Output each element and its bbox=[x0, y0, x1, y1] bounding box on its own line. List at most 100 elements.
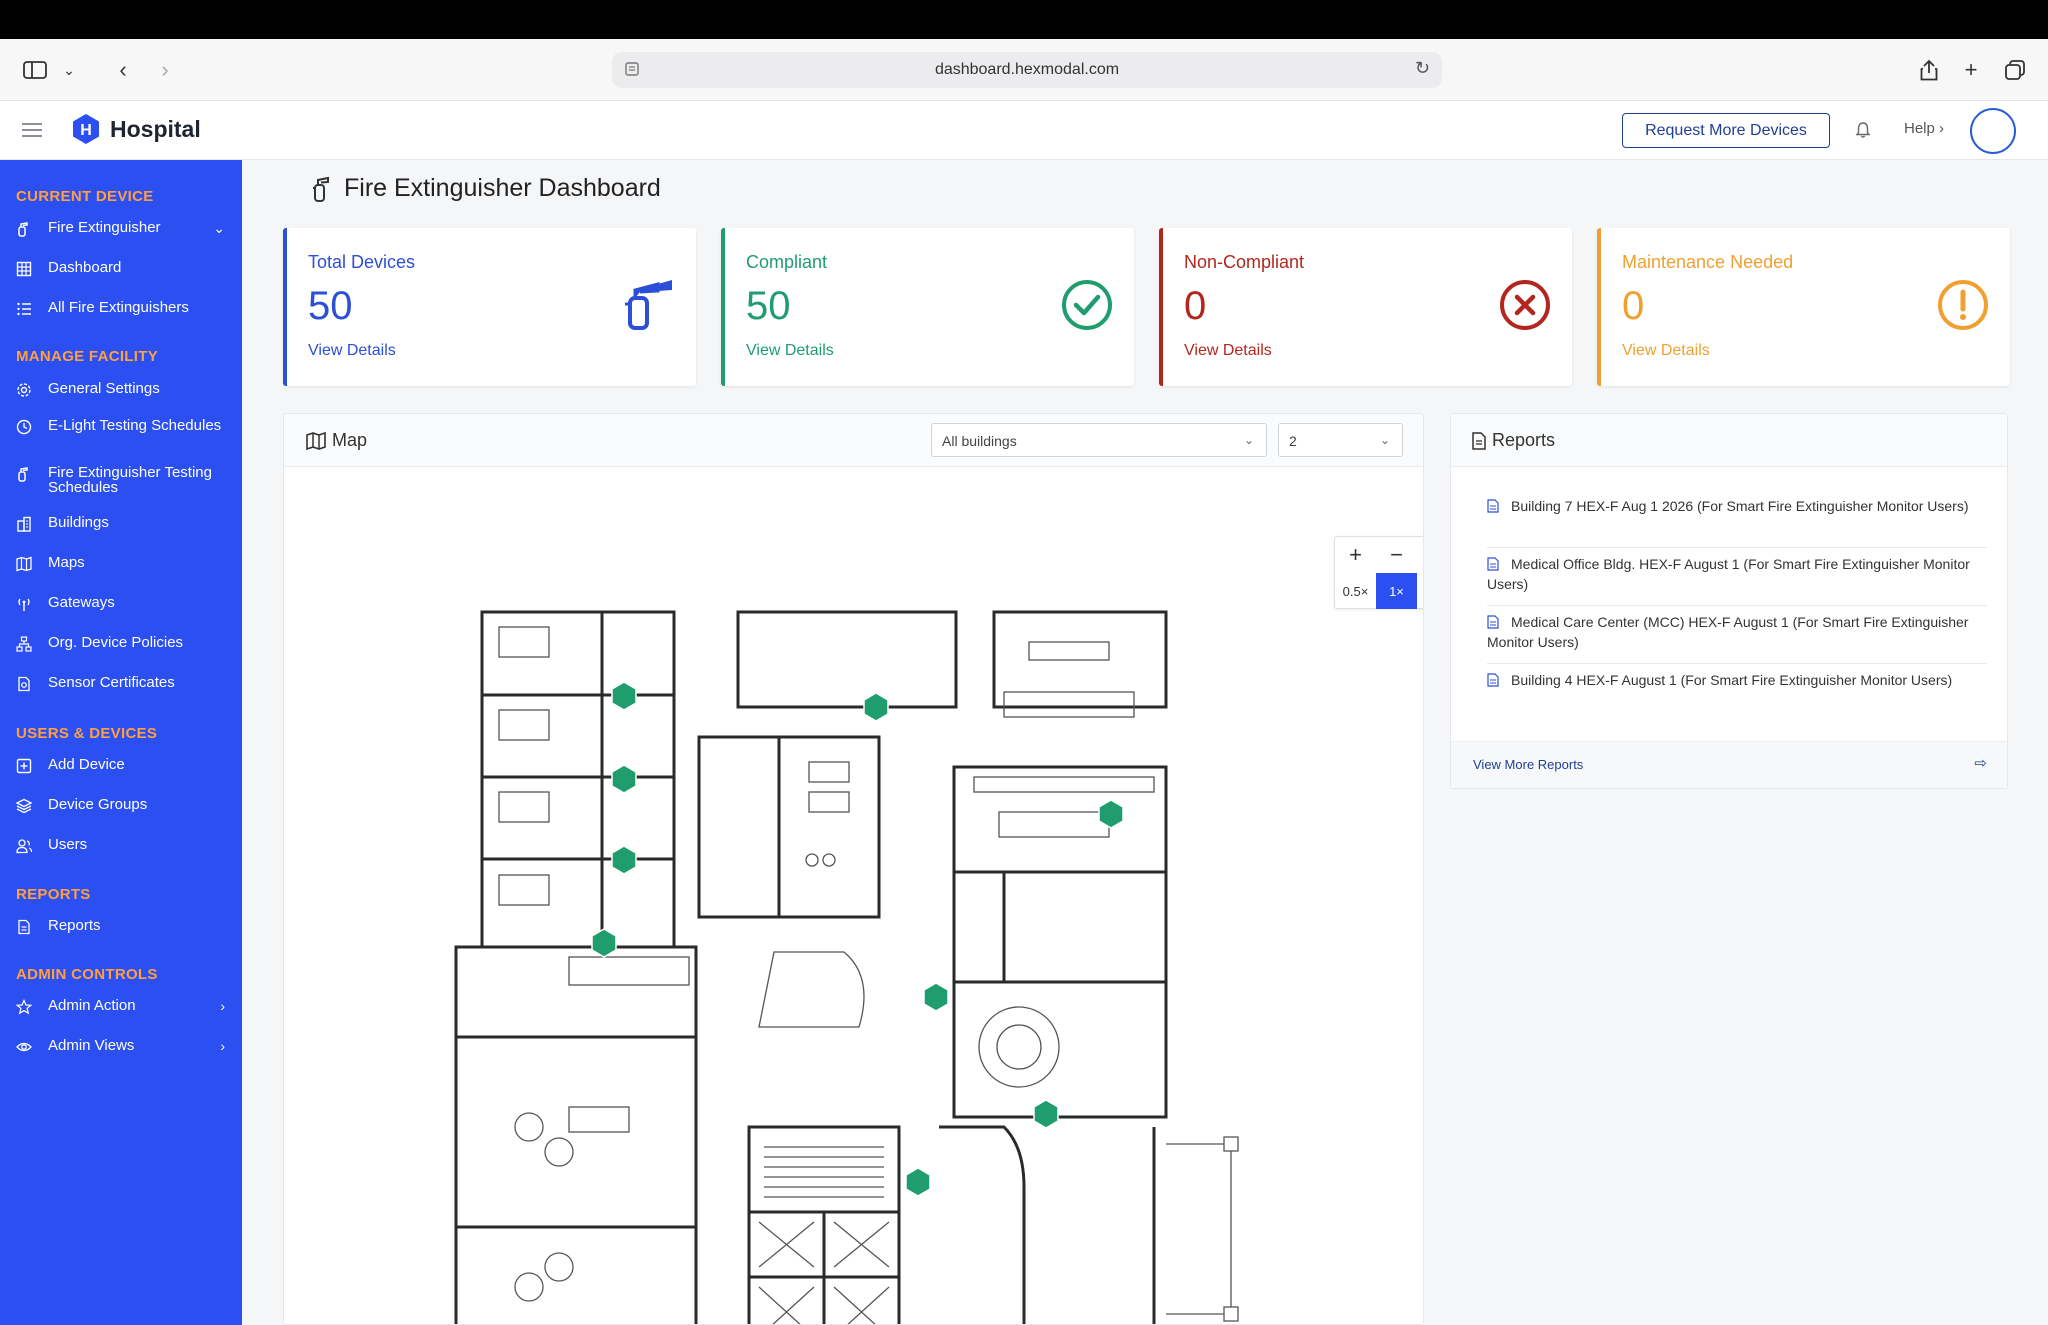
hexmodal-logo-icon: H bbox=[73, 114, 99, 144]
gear-icon bbox=[17, 383, 31, 397]
reload-icon[interactable]: ↻ bbox=[1415, 58, 1430, 79]
report-item[interactable]: Medical Office Bldg. HEX-F August 1 (For… bbox=[1487, 554, 1987, 594]
antenna-icon bbox=[18, 598, 30, 611]
sidebar-item-dashboard[interactable]: Dashboard bbox=[16, 260, 231, 277]
floor-plan[interactable] bbox=[284, 467, 1424, 1325]
building-icon bbox=[17, 516, 31, 532]
section-users-devices: USERS & DEVICES bbox=[16, 725, 158, 742]
zoom-out-button[interactable]: − bbox=[1376, 537, 1417, 573]
sidebar-item-users[interactable]: Users bbox=[16, 837, 231, 854]
list-icon bbox=[17, 302, 31, 316]
sidebar-item-fe-testing[interactable]: Fire Extinguisher Testing Schedules bbox=[16, 465, 231, 495]
map-panel-header: Map All buildings ⌄ 2 ⌄ bbox=[284, 414, 1423, 467]
device-marker[interactable] bbox=[923, 982, 949, 1012]
tabs-overview-icon[interactable] bbox=[2002, 57, 2028, 83]
sidebar-item-device-groups[interactable]: Device Groups bbox=[16, 797, 231, 814]
device-marker[interactable] bbox=[863, 692, 889, 722]
section-current-device: CURRENT DEVICE bbox=[16, 188, 154, 205]
grid-icon bbox=[16, 261, 32, 277]
sidebar-item-maps[interactable]: Maps bbox=[16, 555, 231, 572]
app-header: H Hospital Request More Devices Help › bbox=[0, 101, 2048, 160]
chevron-down-icon[interactable]: ⌄ bbox=[56, 57, 82, 83]
view-details-link[interactable]: View Details bbox=[308, 342, 396, 360]
sidebar-item-label: Fire Extinguisher Testing Schedules bbox=[48, 464, 212, 496]
sidebar-item-all-fire-extinguishers[interactable]: All Fire Extinguishers bbox=[16, 300, 231, 317]
report-item-label: Medical Office Bldg. HEX-F August 1 (For… bbox=[1487, 556, 1970, 592]
view-details-link[interactable]: View Details bbox=[746, 342, 834, 360]
sidebar-item-add-device[interactable]: Add Device bbox=[16, 757, 231, 774]
reports-title-text: Reports bbox=[1492, 430, 1556, 450]
sidebar-item-admin-views[interactable]: Admin Views › bbox=[16, 1038, 231, 1055]
sidebar-item-gateways[interactable]: Gateways bbox=[16, 595, 231, 612]
chevron-down-icon[interactable]: ⌄ bbox=[213, 220, 225, 237]
device-marker[interactable] bbox=[611, 764, 637, 794]
report-item[interactable]: Medical Care Center (MCC) HEX-F August 1… bbox=[1487, 612, 1987, 652]
reports-panel: Reports Building 7 HEX-F Aug 1 2026 (For… bbox=[1450, 413, 2008, 789]
fire-extinguisher-icon bbox=[313, 176, 329, 202]
sidebar-item-elight-testing[interactable]: E-Light Testing Schedules bbox=[16, 418, 231, 435]
device-marker[interactable] bbox=[611, 845, 637, 875]
sidebar-item-sensor-certificates[interactable]: Sensor Certificates bbox=[16, 675, 231, 692]
map-icon bbox=[16, 556, 32, 572]
sidebar-item-label: Maps bbox=[48, 554, 85, 571]
device-marker[interactable] bbox=[611, 681, 637, 711]
zoom-half-button[interactable]: 0.5× bbox=[1335, 573, 1376, 609]
view-details-link[interactable]: View Details bbox=[1622, 342, 1710, 360]
sidebar: CURRENT DEVICE Fire Extinguisher ⌄ Dashb… bbox=[0, 160, 242, 1325]
zoom-1x-button[interactable]: 1× bbox=[1376, 573, 1417, 609]
menu-icon[interactable] bbox=[22, 119, 42, 139]
sidebar-item-buildings[interactable]: Buildings bbox=[16, 515, 231, 532]
page-title-text: Fire Extinguisher Dashboard bbox=[344, 174, 661, 202]
zoom-2x-button[interactable]: 2× bbox=[1417, 573, 1423, 609]
help-link[interactable]: Help › bbox=[1904, 120, 1944, 137]
svg-text:H: H bbox=[80, 122, 92, 139]
sidebar-item-org-device-policies[interactable]: Org. Device Policies bbox=[16, 635, 231, 652]
document-icon bbox=[18, 919, 30, 935]
device-marker[interactable] bbox=[591, 928, 617, 958]
view-more-reports-link[interactable]: View More Reports bbox=[1473, 757, 1583, 772]
sidebar-item-fire-extinguisher[interactable]: Fire Extinguisher ⌄ bbox=[16, 220, 231, 237]
building-select[interactable]: All buildings ⌄ bbox=[931, 423, 1267, 457]
report-item-label: Medical Care Center (MCC) HEX-F August 1… bbox=[1487, 614, 1969, 650]
file-icon bbox=[1487, 673, 1499, 687]
brand-name: Hospital bbox=[110, 116, 201, 142]
file-icon bbox=[1487, 615, 1499, 629]
device-marker[interactable] bbox=[905, 1167, 931, 1197]
avatar[interactable] bbox=[1970, 108, 2016, 154]
sidebar-toggle-icon[interactable] bbox=[22, 57, 48, 83]
chevron-right-icon[interactable]: › bbox=[220, 998, 225, 1014]
browser-toolbar: ⌄ ‹ › dashboard.hexmodal.com ↻ + bbox=[0, 39, 2048, 101]
map-icon bbox=[306, 431, 326, 450]
users-icon bbox=[16, 839, 32, 854]
add-square-icon bbox=[16, 758, 32, 774]
address-bar[interactable]: dashboard.hexmodal.com ↻ bbox=[612, 52, 1442, 88]
sidebar-item-admin-action[interactable]: Admin Action › bbox=[16, 998, 231, 1015]
fit-screen-button[interactable] bbox=[1417, 537, 1423, 573]
chevron-right-icon[interactable]: › bbox=[220, 1038, 225, 1054]
divider bbox=[1487, 547, 1987, 548]
sidebar-item-label: Org. Device Policies bbox=[48, 634, 184, 651]
bell-icon[interactable] bbox=[1854, 121, 1872, 139]
back-icon[interactable]: ‹ bbox=[110, 57, 136, 83]
zoom-in-button[interactable]: + bbox=[1335, 537, 1376, 573]
sidebar-item-general-settings[interactable]: General Settings bbox=[16, 381, 231, 398]
request-more-devices-button[interactable]: Request More Devices bbox=[1622, 113, 1830, 148]
device-marker[interactable] bbox=[1033, 1099, 1059, 1129]
sidebar-item-label: Gateways bbox=[48, 594, 115, 611]
arrow-right-icon[interactable]: ⇨ bbox=[1974, 754, 1987, 772]
sidebar-item-reports[interactable]: Reports bbox=[16, 918, 231, 935]
divider bbox=[1487, 663, 1987, 664]
report-item[interactable]: Building 7 HEX-F Aug 1 2026 (For Smart F… bbox=[1487, 496, 1987, 516]
floor-select[interactable]: 2 ⌄ bbox=[1278, 423, 1403, 457]
report-item[interactable]: Building 4 HEX-F August 1 (For Smart Fir… bbox=[1487, 670, 1987, 690]
building-select-value: All buildings bbox=[942, 433, 1017, 449]
new-tab-icon[interactable]: + bbox=[1958, 57, 1984, 83]
fire-extinguisher-icon bbox=[18, 222, 28, 237]
sidebar-item-label: Users bbox=[48, 836, 88, 853]
share-icon[interactable] bbox=[1916, 57, 1942, 83]
view-details-link[interactable]: View Details bbox=[1184, 342, 1272, 360]
forward-icon[interactable]: › bbox=[152, 57, 178, 83]
sidebar-item-label: Add Device bbox=[48, 756, 125, 773]
sidebar-item-label: Device Groups bbox=[48, 796, 148, 813]
device-marker[interactable] bbox=[1098, 799, 1124, 829]
